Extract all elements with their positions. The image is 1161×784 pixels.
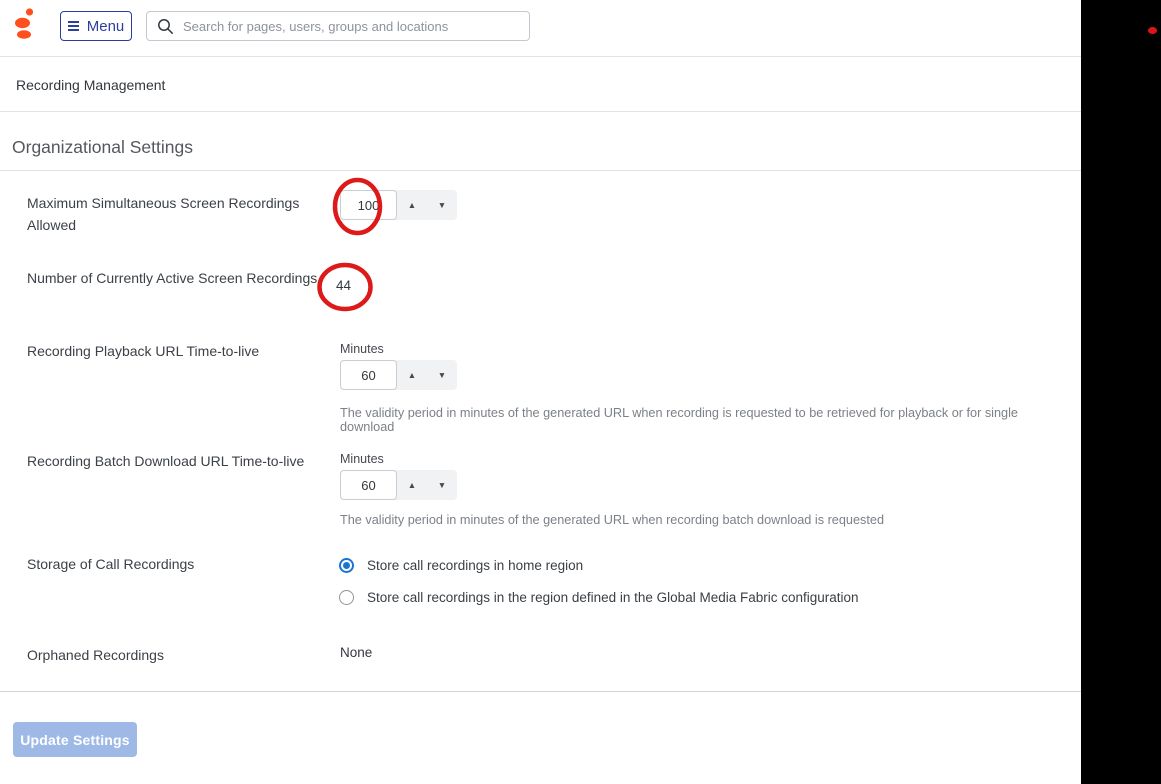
search-icon: [158, 18, 173, 34]
search-box: [146, 11, 530, 41]
decrement-button[interactable]: ▼: [427, 470, 457, 500]
increment-button[interactable]: ▲: [397, 360, 427, 390]
app-root: Menu Recording Management Organizational…: [0, 0, 1161, 784]
menu-button-label: Menu: [86, 17, 125, 35]
right-black-strip: [1081, 0, 1161, 784]
search-input[interactable]: [183, 18, 519, 34]
menu-button[interactable]: Menu: [60, 11, 132, 41]
page-title: Recording Management: [16, 76, 166, 93]
breadcrumb-bar: Recording Management: [0, 58, 1081, 112]
field-label: Recording Batch Download URL Time-to-liv…: [27, 453, 305, 469]
radio-button-selected-icon[interactable]: [339, 558, 354, 573]
decrement-button[interactable]: ▼: [427, 360, 457, 390]
active-recordings-value: 44: [336, 278, 352, 293]
radio-option-home-region[interactable]: Store call recordings in home region: [339, 558, 583, 573]
increment-button[interactable]: ▲: [397, 190, 427, 220]
playback-ttl-input[interactable]: [340, 360, 397, 390]
max-simultaneous-spinner: ▲ ▼: [340, 190, 457, 220]
field-label: Number of Currently Active Screen Record…: [27, 270, 318, 286]
divider: [0, 691, 1081, 692]
field-label: Orphaned Recordings: [27, 647, 164, 663]
unit-label: Minutes: [340, 452, 384, 466]
section-heading: Organizational Settings: [12, 137, 193, 157]
radio-button-unselected-icon[interactable]: [339, 590, 354, 605]
radio-option-global-media-fabric[interactable]: Store call recordings in the region defi…: [339, 590, 859, 605]
increment-button[interactable]: ▲: [397, 470, 427, 500]
red-dot: [1148, 27, 1157, 34]
help-text: The validity period in minutes of the ge…: [340, 406, 1018, 434]
radio-option-label: Store call recordings in the region defi…: [367, 590, 859, 605]
batch-ttl-input[interactable]: [340, 470, 397, 500]
field-label: Storage of Call Recordings: [27, 556, 195, 572]
decrement-button[interactable]: ▼: [427, 190, 457, 220]
unit-label: Minutes: [340, 342, 384, 356]
hamburger-icon: [67, 21, 79, 31]
batch-ttl-spinner: ▲ ▼: [340, 470, 457, 500]
orphaned-recordings-value: None: [340, 645, 373, 660]
divider: [0, 170, 1081, 171]
playback-ttl-spinner: ▲ ▼: [340, 360, 457, 390]
field-label: Recording Playback URL Time-to-live: [27, 343, 260, 359]
annotation-overlay: [317, 177, 383, 312]
top-header: Menu: [0, 0, 1081, 57]
help-text: The validity period in minutes of the ge…: [340, 513, 885, 527]
radio-option-label: Store call recordings in home region: [367, 558, 584, 573]
field-label: Maximum Simultaneous Screen Recordings A…: [27, 195, 300, 233]
update-settings-button[interactable]: Update Settings: [13, 722, 137, 757]
genesys-logo: [15, 8, 34, 39]
max-simultaneous-input[interactable]: [340, 190, 397, 220]
